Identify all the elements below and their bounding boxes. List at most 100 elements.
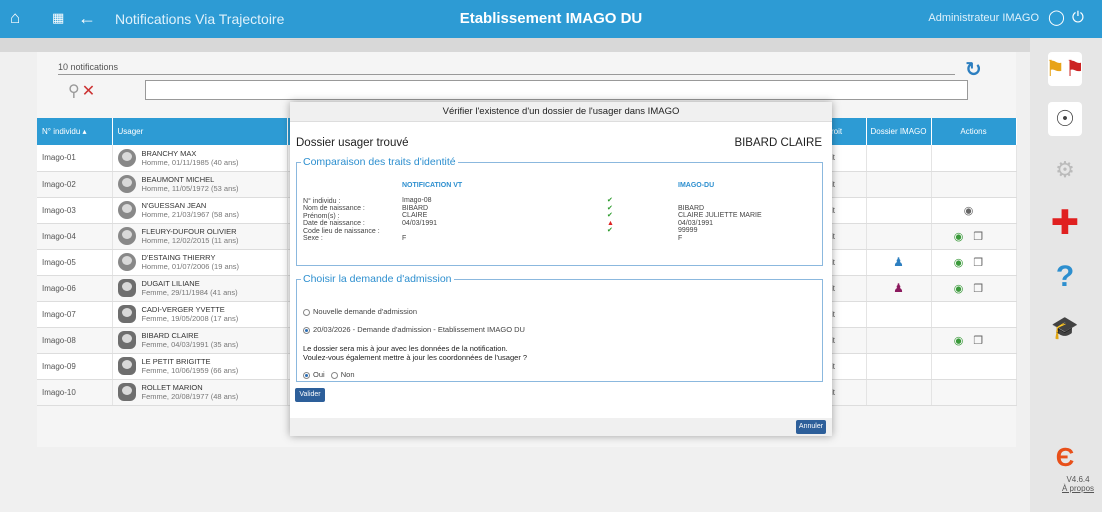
column-header-actions: Actions [931, 118, 1017, 145]
cell-dossier [866, 379, 932, 406]
field-labels: N° individu : Nom de naissance : Prénom(… [303, 190, 380, 243]
cell-id: Imago-04 [37, 223, 113, 250]
about-link[interactable]: À propos [1062, 484, 1094, 493]
cell-usager: D'ESTAING THIERRY Homme, 01/07/2006 (19 a… [112, 249, 288, 276]
cancel-button[interactable]: Annuler [796, 420, 826, 434]
avatar [117, 331, 136, 349]
search-icon[interactable]: ⚲ [68, 83, 80, 100]
vt-value: F [402, 234, 407, 242]
dossier-person-icon[interactable]: ♟ [893, 281, 904, 295]
version-label: V4.6.4 [1066, 475, 1090, 484]
patient-name: BIBARD CLAIRE [734, 137, 822, 149]
copy-icon[interactable]: ❐ [973, 335, 983, 347]
column-header-dossier[interactable]: Dossier IMAGO [866, 118, 932, 145]
du-value: 99999 [678, 227, 698, 234]
imago-values: IMAGO-DU BIBARD CLAIRE JULIETTE MARIE 04… [678, 182, 762, 242]
user-icon[interactable]: ◯ [1048, 9, 1065, 27]
cell-usager: DUGAIT LILIANE Femme, 29/11/1984 (41 ans) [112, 275, 288, 302]
cell-id: Imago-02 [37, 171, 113, 198]
update-message-2: Voulez-vous également mettre à jour les … [303, 353, 528, 362]
avatar [117, 279, 136, 297]
field-label: Nom de naissance : [303, 205, 365, 212]
copy-icon[interactable]: ❐ [973, 231, 983, 243]
du-value: F [678, 234, 683, 242]
field-label: Prénom(s) : [303, 212, 340, 220]
usager-name: N'GUESSAN JEAN [141, 201, 207, 210]
warning-icon: ▲ [607, 219, 614, 227]
check-icon: ✔ [607, 197, 613, 204]
cell-dossier [866, 171, 932, 198]
copy-icon[interactable]: ❐ [973, 283, 983, 295]
option-label: 20/03/2026 - Demande d'admission - Etabl… [313, 325, 525, 334]
view-icon[interactable]: ◉ [954, 283, 964, 295]
refresh-icon[interactable]: ↻ [965, 57, 982, 82]
field-label: Code lieu de naissance : [303, 227, 380, 235]
du-value: BIBARD [678, 204, 705, 212]
cell-usager: BRANCHY MAX Homme, 01/11/1985 (40 ans) [112, 145, 288, 172]
check-icon: ✔ [607, 204, 613, 212]
radio-button[interactable] [303, 308, 310, 316]
cell-dossier: ♟ [866, 249, 932, 276]
column-header-id[interactable]: N° individu ▴ [37, 118, 113, 145]
settings-gear-icon[interactable]: ⚙ [1048, 153, 1082, 187]
training-cap-icon[interactable]: 🎓 [1048, 311, 1082, 345]
usager-name: FLEURY-DUFOUR OLIVIER [141, 227, 237, 236]
cell-id: Imago-07 [37, 301, 113, 328]
update-choice: Oui Non [303, 370, 355, 379]
avatar [117, 383, 136, 401]
cell-id: Imago-08 [37, 327, 113, 354]
cell-dossier [866, 353, 932, 380]
option-existing-admission[interactable]: 20/03/2026 - Demande d'admission - Etabl… [303, 325, 525, 334]
identity-comparison: Comparaison des traits d'identité N° ind… [296, 156, 823, 266]
column-header-usager[interactable]: Usager [112, 118, 288, 145]
usager-name: BIBARD CLAIRE [141, 331, 199, 340]
usager-details: Femme, 19/05/2008 (17 ans) [141, 314, 239, 323]
view-icon[interactable]: ◉ [964, 205, 974, 217]
option-label: Nouvelle demande d'admission [313, 307, 417, 316]
usager-name: BRANCHY MAX [141, 148, 197, 158]
avatar [117, 305, 136, 323]
cell-actions: ◉ [931, 197, 1017, 224]
cell-actions [931, 379, 1017, 406]
dossier-person-icon[interactable]: ♟ [893, 255, 904, 269]
cell-dossier [866, 301, 932, 328]
modal-footer [290, 418, 832, 436]
view-icon[interactable]: ◉ [954, 257, 964, 269]
radio-non[interactable] [330, 371, 338, 379]
medical-cross-icon[interactable]: ✚ [1048, 204, 1082, 242]
search-input[interactable] [145, 80, 968, 100]
notification-values: NOTIFICATION VT Imago-08 BIBARD CLAIRE 0… [402, 182, 462, 242]
usager-info: FLEURY-DUFOUR OLIVIER Homme, 12/02/2015 (… [142, 227, 239, 245]
usager-info: CADI-VERGER YVETTE Femme, 19/05/2008 (17 … [142, 305, 239, 323]
usager-name: DUGAIT LILIANE [141, 279, 200, 288]
copy-icon[interactable]: ❐ [973, 257, 983, 269]
flags-icon[interactable]: ⚑ ⚑ [1045, 52, 1085, 86]
cell-actions [931, 171, 1017, 198]
cell-id: Imago-05 [37, 249, 113, 276]
cell-id: Imago-01 [37, 145, 113, 172]
notification-header: NOTIFICATION VT [402, 182, 463, 189]
avatar [117, 148, 136, 167]
vt-value [402, 227, 462, 235]
user-name[interactable]: Administrateur IMAGO [928, 12, 1039, 24]
support-headset-icon[interactable]: ☉ [1048, 102, 1082, 136]
cell-actions: ◉ ❐ [931, 275, 1017, 302]
clear-filter-icon[interactable]: ✕ [82, 83, 95, 100]
cell-id: Imago-03 [37, 197, 113, 224]
usager-details: Femme, 10/06/1959 (66 ans) [141, 366, 239, 375]
radio-button-selected[interactable] [303, 326, 310, 334]
help-question-icon[interactable]: ? [1048, 260, 1082, 294]
check-icon: ✔ [607, 212, 613, 219]
usager-details: Homme, 01/11/1985 (40 ans) [141, 157, 239, 167]
sub-bar [0, 38, 1030, 52]
radio-oui[interactable] [303, 371, 310, 379]
cell-usager: ROLLET MARION Femme, 20/08/1977 (48 ans) [112, 379, 288, 406]
validate-button[interactable]: Valider [295, 388, 325, 402]
usager-details: Femme, 04/03/1991 (35 ans) [141, 340, 239, 349]
modal-title: Vérifier l'existence d'un dossier de l'u… [290, 102, 832, 122]
option-new-admission[interactable]: Nouvelle demande d'admission [303, 307, 417, 316]
view-icon[interactable]: ◉ [954, 335, 964, 347]
view-icon[interactable]: ◉ [954, 231, 964, 243]
cell-dossier [866, 197, 932, 224]
power-icon[interactable]: ⏻ [1072, 9, 1084, 27]
